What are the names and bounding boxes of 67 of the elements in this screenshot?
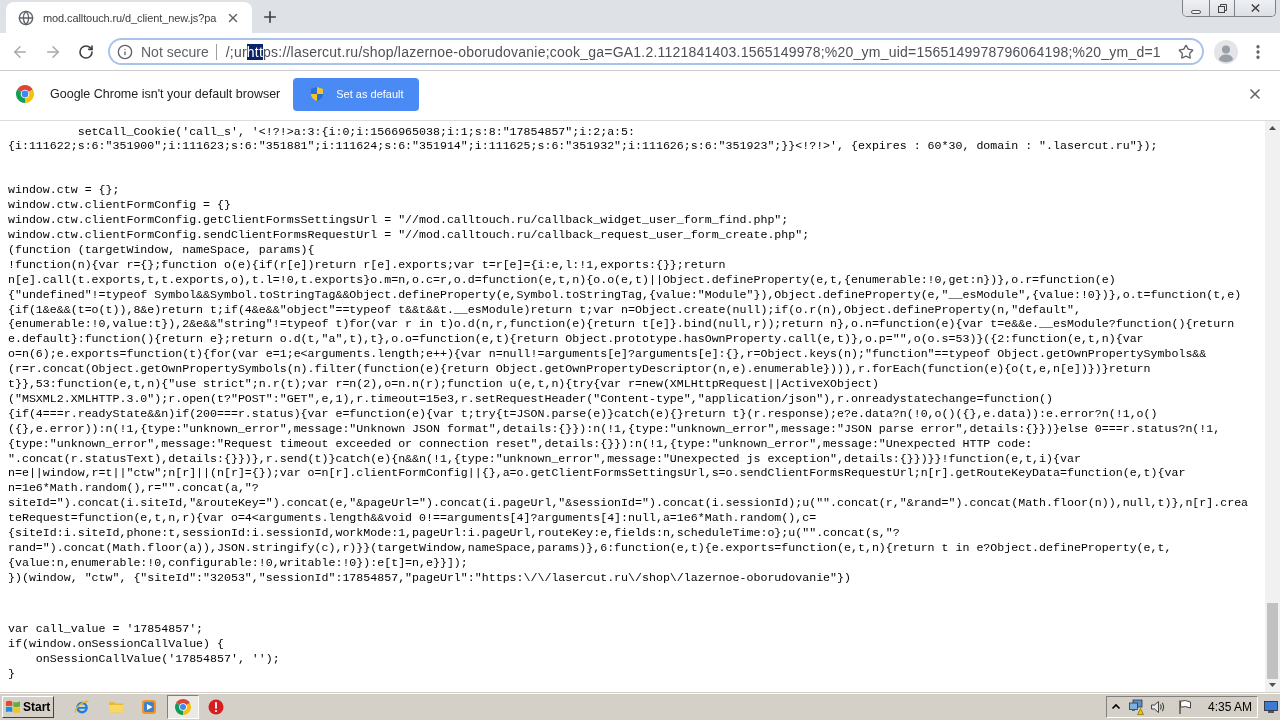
minimize-button[interactable] [1183, 0, 1209, 16]
start-button[interactable]: Start [2, 696, 55, 718]
code-line: {value:n,enumerable:!0,configurable:!0,writable:!0}):e[t]=n,e}}]); [8, 555, 468, 571]
flag-icon[interactable] [1176, 699, 1193, 715]
code-line: o=n(6);e.exports=function(t){for(var e=1;e<arguments.length;e++){var n=null!=arguments[e]?arguments[e]:{},r=Object.keys(n);"function"==typeof Object.getOwnPropertySymbols&& [8, 347, 1207, 363]
shield-icon [309, 86, 326, 102]
code-line: })(window, "ctw", {"siteId":"32053","sessionId":17854857,"pageUrl":"https:\/\/lasercut.ru\/shop\/lazernoe-oborudovanie"}) [8, 570, 851, 586]
close-icon[interactable] [1247, 86, 1263, 102]
folder-icon [107, 699, 124, 715]
code-line: {siteId:i.siteId,phone:t,sessionId:i.sessionId,workMode:1,pageUrl:i.pageUrl,routeKey:e,fields:n,scheduleTime:o};u("".concat(s,"? [8, 525, 900, 541]
clock: 4:35 AM [1207, 700, 1252, 714]
scrollbar-thumb[interactable] [1267, 603, 1278, 679]
code-line: {type:"unknown_error",message:"Request timeout exceeded or connection reset",details:{}}):n(!1,{type:"unknown_error",message:"Unexpected HTTP code: [8, 436, 1033, 452]
code-line: !function(n){var r={};function o(e){if(r[e])return r[e].exports;var t=r[e]={i:e,l:!1,exports:{}};return [8, 257, 726, 273]
code-line: if(window.onSessionCallValue) { [8, 637, 224, 652]
code-line: rand=").concat(Math.floor(a)),JSON.stringify(c),r)}}(targetWindow,nameSpace,params)},6:function(e,t){e.exports=function(e,t,n){return t in e?Object.defineProperty(e,t, [8, 540, 1172, 556]
code-line: window.ctw.clientFormConfig.sendClientFormsRequestUrl = "//mod.calltouch.ru/callback_request_user_form_create.php"; [8, 228, 810, 244]
security-chip[interactable]: Not secure [117, 43, 209, 60]
code-line: window.ctw = {}; [8, 183, 120, 199]
network-icon[interactable] [1127, 699, 1144, 715]
code-line: {if(4===r.readyState&&n)if(200===r.status){var e=function(e){var t;try{t=JSON.parse(e)}catch(e){}return t}(r.response);e?e.data?n(!0,o()({},e.data)):e.error?n(!1,o() [8, 406, 1158, 422]
start-logo-icon [5, 699, 21, 715]
code-line: e.default}:function(){return e};return o.d(t,"a",t),t},o.o=function(e,t){return Object.prototype.hasOwnProperty.call(e,t)},o.p="",o(o.s=53)}({2:function(e,t,n){var [8, 332, 1144, 348]
code-line: {i:111622;s:6:"351900";i:111623;s:6:"351881";i:111624;s:6:"351914";i:111625;s:6:"351932";i:111626;s:6:"351923";}}<!?!>', {expires : 60*30, domain : ".lasercut.ru"}); [8, 139, 1158, 155]
code-line: ("MSXML2.XMLHTTP.3.0");r.open(t?"POST":"GET",e,1),r.timeout=15e3,r.setRequestHeader("Content-type","application/json"),r.onreadystatechange=function() [8, 391, 1053, 407]
code-line: {enumerable:!0,value:t}),2&e&&"string"!=typeof t)for(var r in t)o.d(n,r,function(e){return t[e]}.bind(null,r));return n},o.n=function(e){var t=e&&e.__esModule?function(){return [8, 317, 1235, 333]
close-button[interactable] [1234, 0, 1275, 16]
scroll-down-icon[interactable] [1269, 683, 1276, 687]
play-icon [141, 699, 158, 715]
globe-icon [18, 9, 34, 26]
code-line: n=e||window,r=t||"ctw";n[r]||(n[r]={});var o=n[r].clientFormConfig||{},a=o.getClientFormsSettingsUrl,s=o.sendClientFormsRequestUrl;n[r].getRouteKeyData=function(e,t){var [8, 466, 1186, 482]
code-line: window.ctw.clientFormConfig.getClientFormsSettingsUrl = "//mod.calltouch.ru/callback_widget_user_form_find.php"; [8, 213, 789, 229]
code-line: setCall_Cookie('call_s', '<!?!>a:3:{i:0;i:1566965038;i:1;s:8:"17854857";i:2;a:5: [76, 124, 635, 140]
code-line: ".concat(r.statusText),details:{}})},r.send(t)}catch(e){n&&n(!1,{type:"unknown_error",message:"Unexpected js exception",details:{}})}}!function(e,t,i){var [8, 451, 1081, 467]
code-line: t}},53:function(e,t,n){"use strict";n.r(t);var r=n(2),o=n.n(r);function u(e,t,n){try{var r=new(XMLHttpRequest||ActiveXObject) [8, 377, 879, 392]
close-icon [1250, 4, 1260, 12]
code-line: onSessionCallValue('17854857', ''); [34, 652, 280, 667]
minimize-icon [1191, 9, 1201, 14]
star-icon[interactable] [1178, 43, 1194, 60]
avatar-icon[interactable] [1214, 39, 1238, 64]
alert-icon [208, 699, 225, 715]
code-line: n=1e6*Math.random(),r="".concat(a,"? [8, 481, 259, 497]
reload-icon[interactable] [78, 43, 94, 60]
code-line: (r=r.concat(Object.getOwnPropertySymbols(n).filter(function(e){return Object.getOwnPropertyDescriptor(n,e).enumerable}))),r.forEach(function(e){o(t,e,n[e])})}return [8, 362, 1151, 378]
code-line: window.ctw.clientFormConfig = {} [8, 198, 231, 214]
taskbar-button[interactable] [166, 695, 199, 719]
scroll-up-icon[interactable] [1269, 126, 1276, 130]
restore-button[interactable] [1209, 0, 1234, 16]
code-line: var call_value = '17854857'; [8, 622, 204, 638]
browser-tab[interactable]: mod.calltouch.ru/d_client_new.js?pa [6, 2, 252, 33]
browser-logo-icon [174, 699, 191, 715]
chevron-up-icon[interactable] [1110, 702, 1121, 712]
code-line: {"undefined"!=typeof Symbol&&Symbol.toStringTag&&Object.defineProperty(e,Symbol.toStringTag,{value:"Module"}),Object.defineProperty(e,"__esModule",{value:!0})},o.t=function(t,e) [8, 287, 1242, 303]
code-line: n[e].call(t.exports,t,t.exports,o),t.l=!0,t.exports}o.m=n,o.c=r,o.d=function(e,t,n){o.o(e,t)||Object.defineProperty(e,t,{enumerable:!0,get:n})},o.r=function(e) [8, 272, 1116, 288]
orbit-logo-icon [74, 699, 91, 715]
code-line: } [8, 666, 15, 682]
volume-icon[interactable] [1149, 699, 1166, 715]
code-line: ({},e.error)):n(!1,{type:"unknown_error",message:"Unknown JSON format",details:{}}):n(!1,{type:"unknown_error",message:"JSON parse error",details:{}})}else 0===r.status?n(!1, [8, 421, 1221, 437]
code-line: teRequest=function(e,t,n,r){var o=4<arguments.length&&void 0!==arguments[4]?arguments[4]:null,a=1e6*Math.random(),c= [8, 511, 817, 526]
monitor-icon[interactable] [1264, 700, 1278, 714]
infobar-message: Google Chrome isn't your default browser [50, 87, 281, 101]
browser-logo-icon [16, 85, 34, 103]
code-line: siteId=").concat(i.siteId,"&routeKey=").concat(e,"&pageUrl=").concat(i.pageUrl,"&sessionId=").concat(i.sessionId);u("".concat(r,"&rand=").concat(Math.floor(n)),null,t)},n[r].crea [8, 496, 1249, 512]
restore-icon [1217, 3, 1227, 13]
code-line: (function (targetWindow, nameSpace, params){ [8, 243, 315, 258]
info-icon [117, 43, 133, 60]
code-line: {if(1&e&&(t=o(t)),8&e)return t;if(4&e&&"object"==typeof t&&t&&t.__esModule)return t;var n=Object.create(null);if(o.r(n),Object.defineProperty(n,"default", [8, 302, 1081, 318]
